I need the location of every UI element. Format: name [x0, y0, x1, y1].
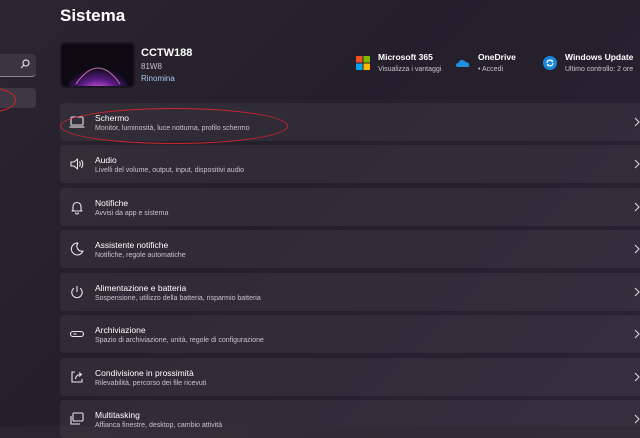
settings-item-subtitle: Avvisi da app e sistema — [95, 210, 169, 217]
device-model: 81W8 — [141, 62, 162, 71]
service-subtitle: • Accedi — [478, 66, 504, 73]
settings-item-assistente-notifiche[interactable]: Assistente notifiche Notifiche, regole a… — [60, 230, 640, 268]
settings-item-subtitle: Monitor, luminosità, luce notturna, prof… — [95, 125, 250, 132]
power-icon — [71, 286, 83, 299]
moon-icon — [70, 242, 84, 256]
settings-item-subtitle: Rilevabilità, percorso dei file ricevuti — [95, 380, 207, 387]
settings-item-audio[interactable]: Audio Livelli del volume, output, input,… — [60, 145, 640, 183]
settings-item-title: Multitasking — [95, 410, 140, 420]
chevron-right-icon — [634, 372, 640, 382]
chevron-right-icon — [634, 414, 640, 424]
bloom-wallpaper-icon — [62, 44, 133, 86]
navigation-pane — [0, 0, 40, 426]
settings-item-subtitle: Spazio di archiviazione, unità, regole d… — [95, 337, 264, 344]
settings-item-subtitle: Livelli del volume, output, input, dispo… — [95, 167, 245, 174]
chevron-right-icon — [634, 117, 640, 127]
service-title: Windows Update — [565, 52, 634, 62]
settings-item-subtitle: Sospensione, utilizzo della batteria, ri… — [95, 295, 261, 302]
search-input[interactable] — [0, 54, 36, 77]
page-title: Sistema — [60, 6, 126, 25]
settings-item-title: Alimentazione e batteria — [95, 283, 187, 293]
settings-item-archiviazione[interactable]: Archiviazione Spazio di archiviazione, u… — [60, 315, 640, 353]
display-icon — [69, 116, 85, 128]
onedrive-icon — [456, 60, 470, 67]
settings-item-subtitle: Notifiche, regole automatiche — [95, 252, 186, 259]
service-subtitle: Ultimo controllo: 2 ore — [565, 66, 634, 73]
storage-icon — [69, 330, 85, 338]
settings-item-title: Schermo — [95, 113, 130, 123]
device-wallpaper-thumbnail — [60, 42, 135, 88]
service-subtitle: Visualizza i vantaggi — [378, 66, 442, 73]
windows-update-icon — [543, 56, 557, 70]
bell-icon — [71, 201, 83, 215]
settings-item-title: Condivisione in prossimità — [95, 368, 194, 378]
settings-item-title: Audio — [95, 155, 117, 165]
settings-item-alimentazione-batteria[interactable]: Alimentazione e batteria Sospensione, ut… — [60, 273, 640, 311]
settings-item-title: Archiviazione — [95, 325, 146, 335]
service-title: Microsoft 365 — [378, 52, 433, 62]
chevron-right-icon — [634, 159, 640, 169]
rename-link[interactable]: Rinomina — [141, 74, 175, 83]
share-icon — [71, 371, 83, 383]
device-name: CCTW188 — [141, 47, 193, 59]
chevron-right-icon — [634, 287, 640, 297]
microsoft-365-icon — [356, 56, 370, 70]
chevron-right-icon — [634, 202, 640, 212]
speaker-icon — [70, 158, 84, 170]
search-icon — [20, 59, 30, 69]
service-title: OneDrive — [478, 52, 516, 62]
settings-item-schermo[interactable]: Schermo Monitor, luminosità, luce nottur… — [60, 103, 640, 141]
multitasking-icon — [70, 412, 84, 425]
settings-item-notifiche[interactable]: Notifiche Avvisi da app e sistema — [60, 188, 640, 226]
nav-item-sistema[interactable] — [0, 88, 36, 108]
settings-item-multitasking[interactable]: Multitasking Affianca finestre, desktop,… — [60, 400, 640, 438]
chevron-right-icon — [634, 244, 640, 254]
chevron-right-icon — [634, 329, 640, 339]
settings-item-title: Assistente notifiche — [95, 240, 169, 250]
settings-item-condivisione-prossimita[interactable]: Condivisione in prossimità Rilevabilità,… — [60, 358, 640, 396]
settings-item-title: Notifiche — [95, 198, 129, 208]
